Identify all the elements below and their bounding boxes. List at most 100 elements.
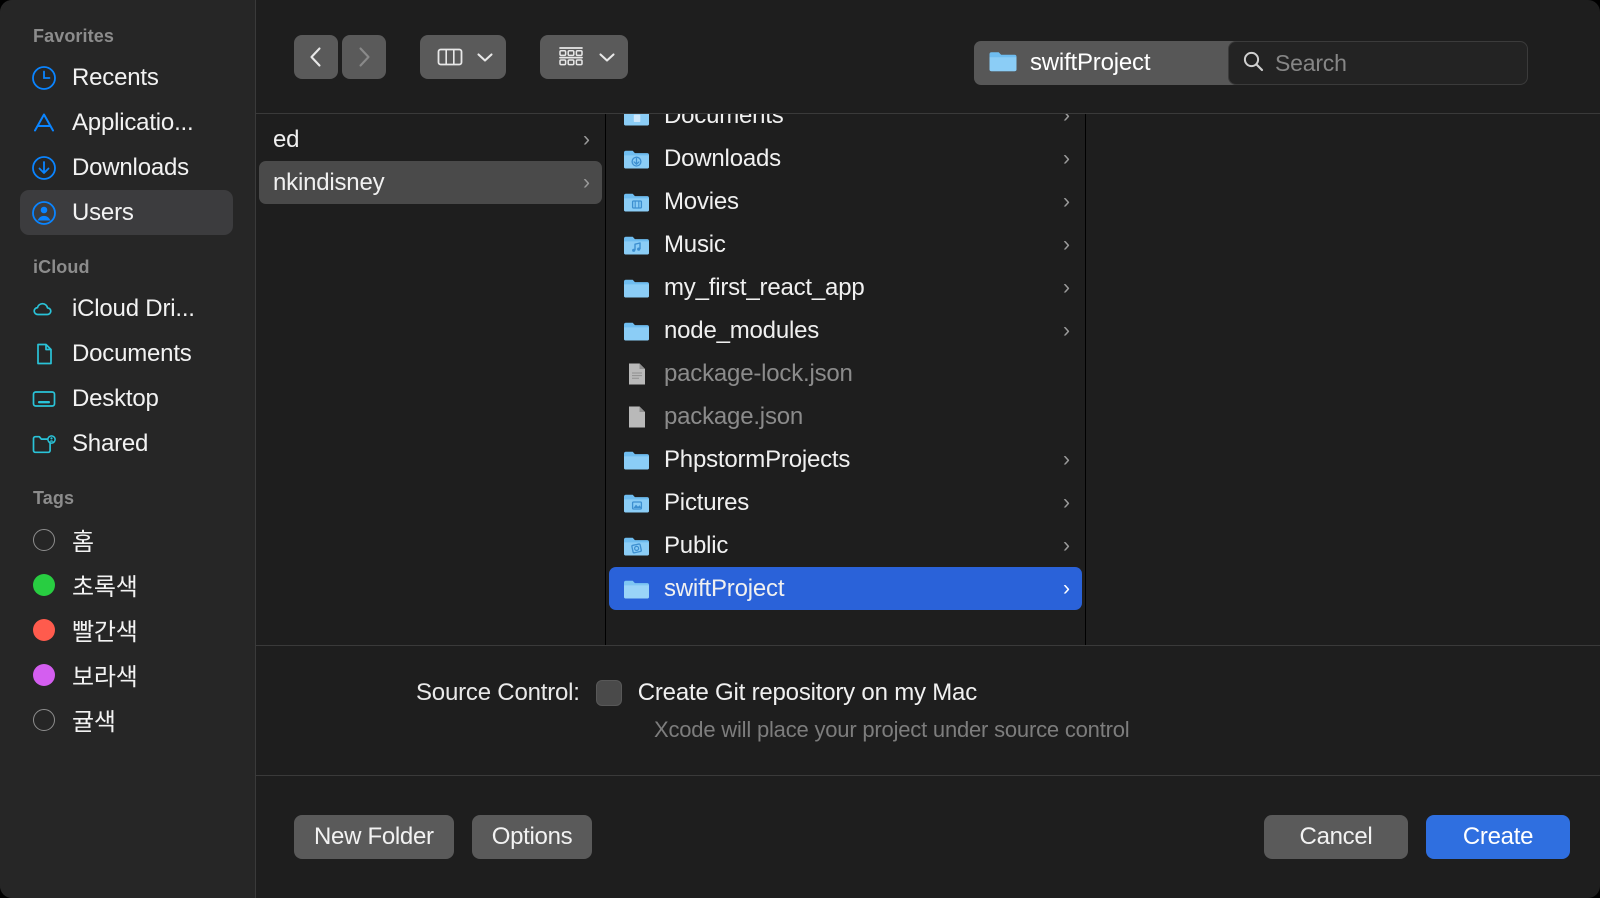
- view-mode-column-button[interactable]: [420, 34, 506, 79]
- sidebar-item-label: Recents: [72, 63, 159, 91]
- tag-dot-icon: [30, 661, 58, 689]
- dialog-pane: swiftProject ed ›: [256, 0, 1600, 898]
- chevron-right-icon: ›: [1063, 448, 1070, 471]
- chevron-right-icon: [359, 46, 370, 67]
- list-item[interactable]: ed ›: [259, 118, 602, 161]
- chevron-right-icon: ›: [1063, 319, 1070, 342]
- tag-dot-icon: [30, 706, 58, 734]
- list-item-label: node_modules: [664, 316, 820, 344]
- browser-column-3[interactable]: [1086, 114, 1600, 645]
- options-button[interactable]: Options: [471, 815, 593, 859]
- new-folder-button[interactable]: New Folder: [294, 815, 454, 859]
- desktop-icon: [30, 385, 58, 413]
- create-git-repository-checkbox[interactable]: [595, 679, 622, 706]
- sidebar-section-title-favorites: Favorites: [33, 26, 114, 46]
- column-browser: ed › nkindisney › Documents › Downloads …: [256, 113, 1600, 645]
- footer-left-buttons: New Folder Options: [294, 815, 593, 859]
- list-item[interactable]: Music ›: [609, 223, 1082, 266]
- sidebar-item-label: 빨간색: [72, 619, 138, 646]
- sidebar-item-label: Documents: [72, 339, 192, 367]
- chevron-right-icon: ›: [583, 128, 590, 151]
- sidebar-tag-orange[interactable]: 귤색: [20, 697, 233, 742]
- list-item[interactable]: Documents ›: [609, 114, 1082, 137]
- chevron-right-icon: ›: [1063, 147, 1070, 170]
- list-item-label: swiftProject: [664, 574, 785, 602]
- sidebar-item-desktop[interactable]: Desktop: [20, 376, 233, 421]
- list-item[interactable]: Pictures ›: [609, 481, 1082, 524]
- list-item-label: package-lock.json: [664, 359, 853, 387]
- sidebar-item-users[interactable]: Users: [20, 190, 233, 235]
- footer-bar: New Folder Options Cancel Create: [256, 775, 1600, 898]
- group-by-button[interactable]: [540, 34, 628, 79]
- folder-icon: [623, 317, 651, 345]
- folder-pictures-icon: [623, 489, 651, 517]
- sidebar-tag-purple[interactable]: 보라색: [20, 652, 233, 697]
- list-item[interactable]: PhpstormProjects ›: [609, 438, 1082, 481]
- sidebar-section-title-icloud: iCloud: [33, 257, 90, 277]
- sidebar-tag-red[interactable]: 빨간색: [20, 607, 233, 652]
- file-icon: [623, 360, 651, 388]
- list-item[interactable]: Public ›: [609, 524, 1082, 567]
- list-item[interactable]: package.json: [609, 395, 1082, 438]
- chevron-right-icon: ›: [1063, 233, 1070, 256]
- gallery-view-icon: [559, 46, 583, 65]
- browser-column-2[interactable]: Documents › Downloads › Movies › Music ›…: [606, 114, 1086, 645]
- sidebar: Favorites Recents Applicatio... Download…: [0, 0, 256, 898]
- sidebar-item-label: 보라색: [72, 664, 138, 691]
- sidebar-item-label: 초록색: [72, 574, 138, 601]
- sidebar-item-downloads[interactable]: Downloads: [20, 145, 233, 190]
- list-item[interactable]: my_first_react_app ›: [609, 266, 1082, 309]
- sidebar-item-documents[interactable]: Documents: [20, 331, 233, 376]
- sidebar-item-applications[interactable]: Applicatio...: [20, 100, 233, 145]
- folder-downloads-icon: [623, 145, 651, 173]
- source-control-hint: Xcode will place your project under sour…: [654, 716, 1130, 742]
- cancel-button[interactable]: Cancel: [1264, 815, 1408, 859]
- list-item-selected[interactable]: swiftProject ›: [609, 567, 1082, 610]
- shared-folder-icon: [30, 430, 58, 458]
- sidebar-tag-home[interactable]: 홈: [20, 517, 233, 562]
- list-item-label: Movies: [664, 187, 739, 215]
- sidebar-tag-green[interactable]: 초록색: [20, 562, 233, 607]
- sidebar-group-favorites: Favorites Recents Applicatio... Download…: [0, 26, 255, 235]
- folder-icon: [988, 48, 1018, 79]
- list-item[interactable]: node_modules ›: [609, 309, 1082, 352]
- list-item-label: Documents: [664, 114, 784, 129]
- sidebar-item-label: Desktop: [72, 384, 159, 412]
- search-field[interactable]: [1228, 41, 1528, 85]
- search-input[interactable]: [1275, 49, 1527, 77]
- list-item[interactable]: Movies ›: [609, 180, 1082, 223]
- folder-music-icon: [623, 231, 651, 259]
- list-item-label: Pictures: [664, 488, 750, 516]
- browser-column-1[interactable]: ed › nkindisney ›: [256, 114, 606, 645]
- list-item-label: Downloads: [664, 144, 781, 172]
- sidebar-item-recents[interactable]: Recents: [20, 55, 233, 100]
- create-button[interactable]: Create: [1426, 815, 1570, 859]
- chevron-right-icon: ›: [1063, 534, 1070, 557]
- back-button[interactable]: [294, 34, 338, 79]
- forward-button[interactable]: [342, 34, 386, 79]
- source-control-row: Source Control: Create Git repository on…: [416, 679, 1600, 707]
- list-item[interactable]: package-lock.json: [609, 352, 1082, 395]
- sidebar-item-icloud-drive[interactable]: iCloud Dri...: [20, 286, 233, 331]
- tag-dot-icon: [30, 526, 58, 554]
- list-item[interactable]: Downloads ›: [609, 137, 1082, 180]
- list-item-label: my_first_react_app: [664, 273, 865, 301]
- list-item-label: PhpstormProjects: [664, 445, 851, 473]
- chevron-down-icon: [599, 52, 615, 62]
- footer-right-buttons: Cancel Create: [1264, 815, 1570, 859]
- sidebar-item-label: Shared: [72, 429, 149, 457]
- user-icon: [30, 199, 58, 227]
- file-icon: [623, 403, 651, 431]
- create-git-repository-label: Create Git repository on my Mac: [637, 678, 977, 706]
- list-item[interactable]: nkindisney ›: [259, 161, 602, 204]
- applications-icon: [30, 109, 58, 137]
- chevron-right-icon: ›: [1063, 577, 1070, 600]
- sidebar-group-icloud: iCloud iCloud Dri... Documents Desktop S…: [0, 257, 255, 466]
- sidebar-item-label: Applicatio...: [72, 108, 194, 136]
- tag-dot-icon: [30, 571, 58, 599]
- source-control-label: Source Control:: [416, 678, 580, 706]
- sidebar-section-title-tags: Tags: [33, 488, 75, 508]
- sidebar-item-label: 홈: [72, 529, 94, 556]
- sidebar-item-shared[interactable]: Shared: [20, 421, 233, 466]
- chevron-right-icon: ›: [1063, 491, 1070, 514]
